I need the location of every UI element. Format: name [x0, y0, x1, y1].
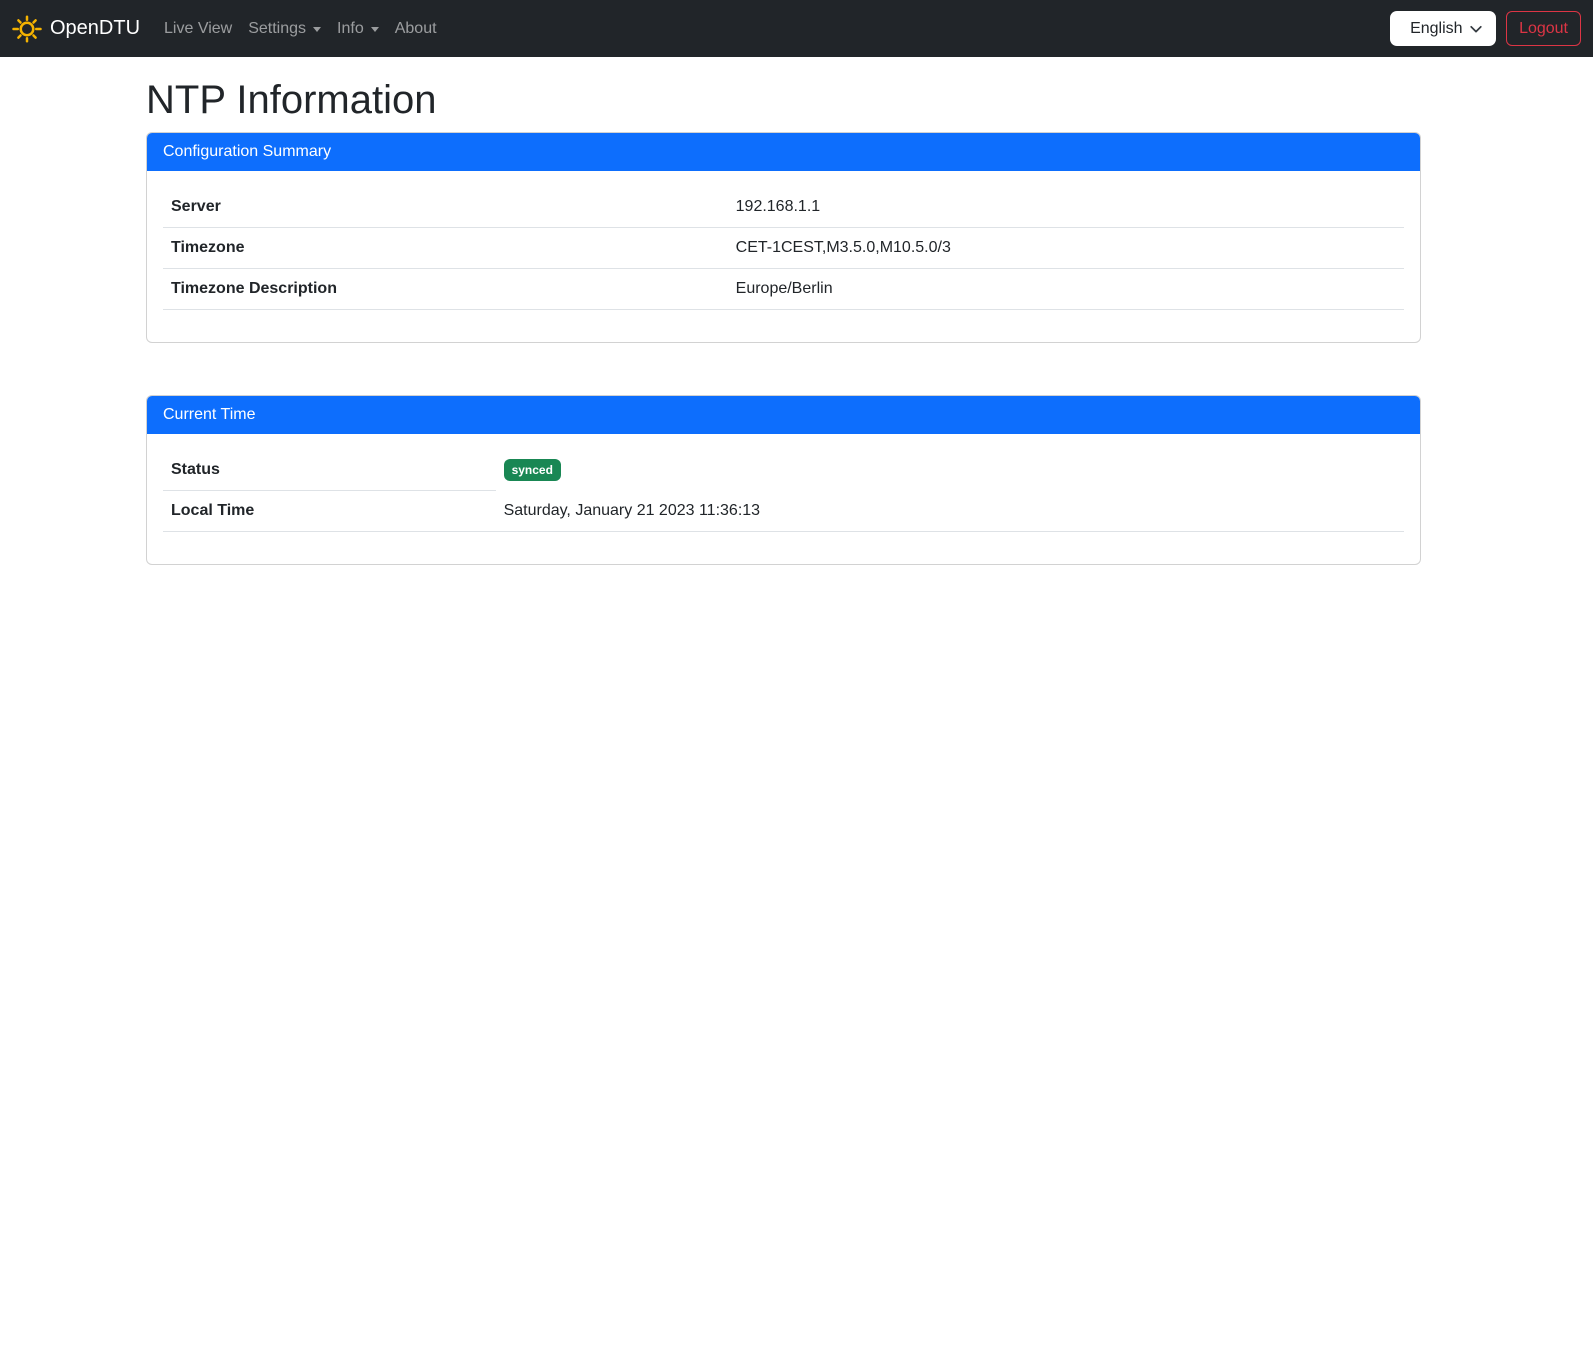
row-label: Status	[163, 450, 496, 491]
row-label: Local Time	[163, 491, 496, 532]
configuration-summary-table: Server 192.168.1.1 Timezone CET-1CEST,M3…	[163, 187, 1404, 310]
chevron-down-icon	[1469, 22, 1483, 36]
nav-item-live-view[interactable]: Live View	[156, 12, 240, 46]
nav-item-label: Live View	[164, 20, 232, 38]
language-select-value: English	[1410, 20, 1462, 38]
navbar-right: English Logout	[1390, 11, 1581, 46]
nav-item-label: About	[395, 20, 437, 38]
row-value: Europe/Berlin	[728, 269, 1404, 310]
card-body: Status synced Local Time Saturday, Janua…	[147, 434, 1420, 564]
nav-item-label: Info	[337, 20, 364, 38]
table-row: Server 192.168.1.1	[163, 187, 1404, 228]
row-value: Saturday, January 21 2023 11:36:13	[496, 491, 1404, 532]
caret-down-icon	[313, 27, 321, 32]
row-value: 192.168.1.1	[728, 187, 1404, 228]
status-badge: synced	[504, 459, 561, 481]
nav-item-about[interactable]: About	[387, 12, 445, 46]
nav-item-settings[interactable]: Settings	[240, 12, 329, 46]
brand-label: OpenDTU	[50, 17, 140, 40]
table-row: Local Time Saturday, January 21 2023 11:…	[163, 491, 1404, 532]
row-label: Server	[163, 187, 728, 228]
brand[interactable]: OpenDTU	[12, 14, 140, 44]
card-header: Configuration Summary	[147, 133, 1420, 171]
row-label: Timezone Description	[163, 269, 728, 310]
navbar-left: OpenDTU Live View Settings Info About	[12, 12, 445, 46]
nav-menu: Live View Settings Info About	[156, 12, 445, 46]
navbar: OpenDTU Live View Settings Info About En…	[0, 0, 1593, 57]
table-row: Status synced	[163, 450, 1404, 491]
nav-item-info[interactable]: Info	[329, 12, 387, 46]
card-body: Server 192.168.1.1 Timezone CET-1CEST,M3…	[147, 171, 1420, 342]
caret-down-icon	[371, 27, 379, 32]
table-row: Timezone CET-1CEST,M3.5.0,M10.5.0/3	[163, 228, 1404, 269]
table-row: Timezone Description Europe/Berlin	[163, 269, 1404, 310]
configuration-summary-card: Configuration Summary Server 192.168.1.1…	[146, 132, 1421, 343]
current-time-card: Current Time Status synced Local Time Sa…	[146, 395, 1421, 565]
card-header: Current Time	[147, 396, 1420, 434]
sun-icon	[12, 14, 42, 44]
language-select[interactable]: English	[1390, 11, 1496, 46]
page-title: NTP Information	[146, 76, 1421, 124]
logout-button[interactable]: Logout	[1506, 11, 1581, 46]
row-value: synced	[496, 450, 1404, 491]
main-content: NTP Information Configuration Summary Se…	[146, 57, 1421, 565]
current-time-table: Status synced Local Time Saturday, Janua…	[163, 450, 1404, 532]
row-value: CET-1CEST,M3.5.0,M10.5.0/3	[728, 228, 1404, 269]
nav-item-label: Settings	[248, 20, 306, 38]
row-label: Timezone	[163, 228, 728, 269]
